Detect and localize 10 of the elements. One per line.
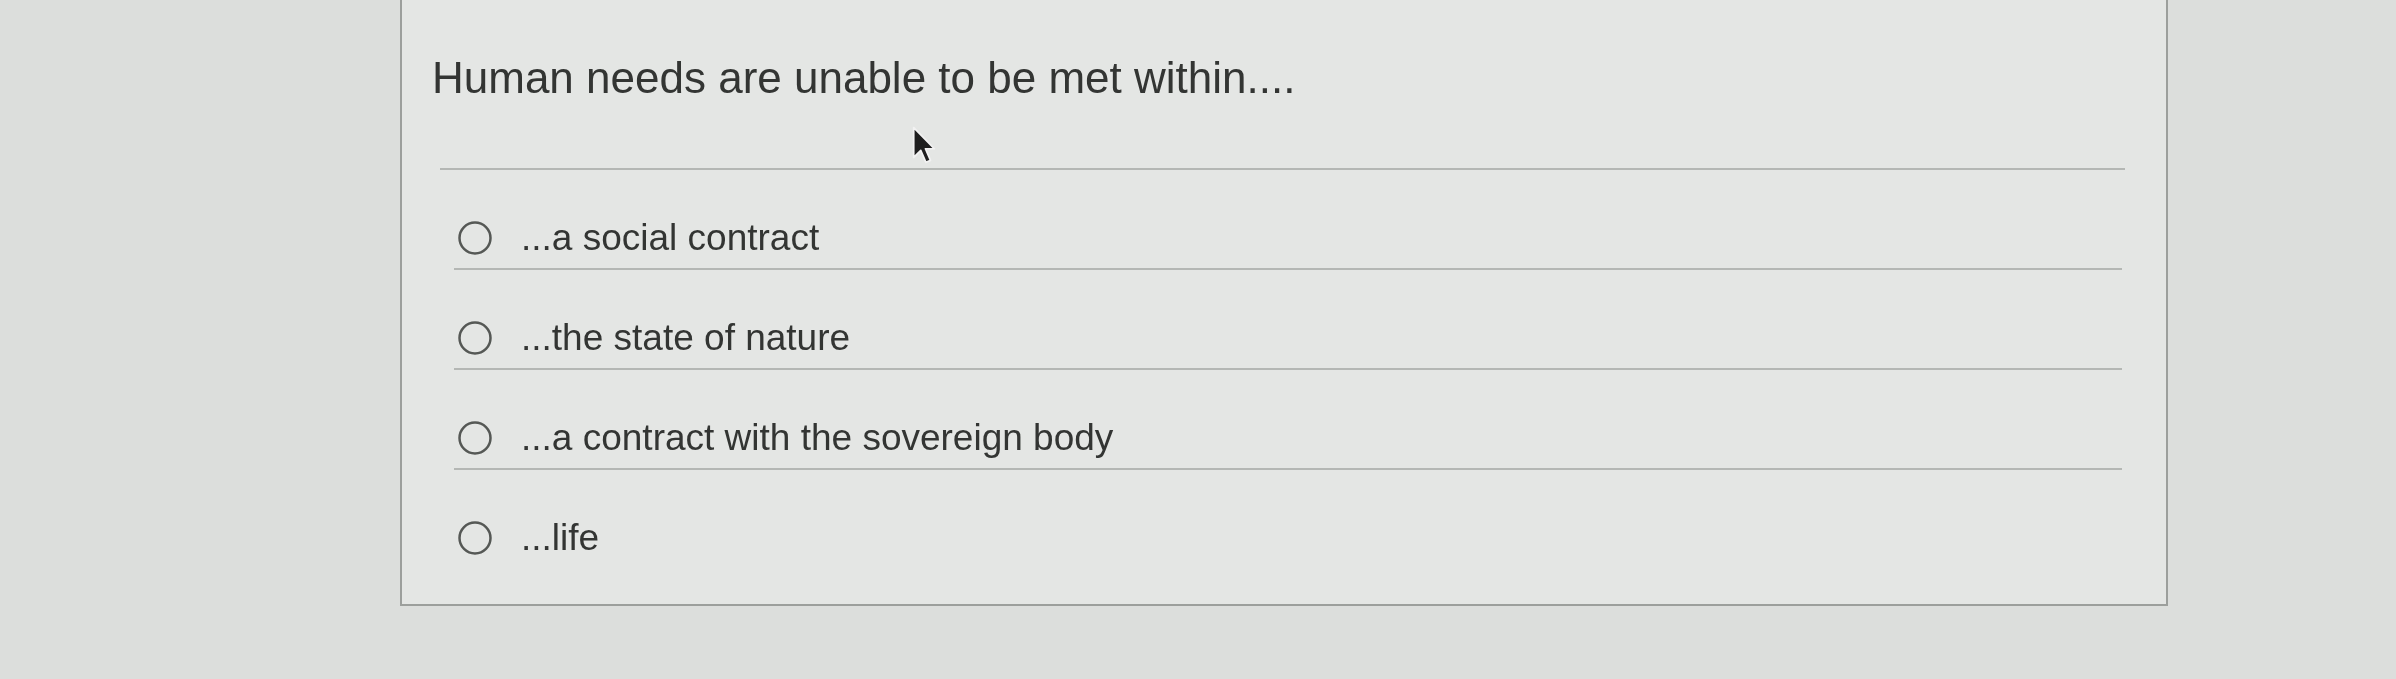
option-label[interactable]: ...a contract with the sovereign body [521, 416, 1114, 460]
option-label[interactable]: ...the state of nature [521, 316, 851, 360]
radio-button[interactable] [458, 521, 492, 555]
radio-button[interactable] [458, 421, 492, 455]
radio-button[interactable] [458, 321, 492, 355]
radio-button[interactable] [458, 221, 492, 255]
option-label[interactable]: ...life [521, 516, 600, 560]
cursor-arrow-icon [912, 126, 936, 165]
question-text: Human needs are unable to be met within.... [432, 52, 1296, 104]
option-label[interactable]: ...a social contract [521, 216, 820, 260]
